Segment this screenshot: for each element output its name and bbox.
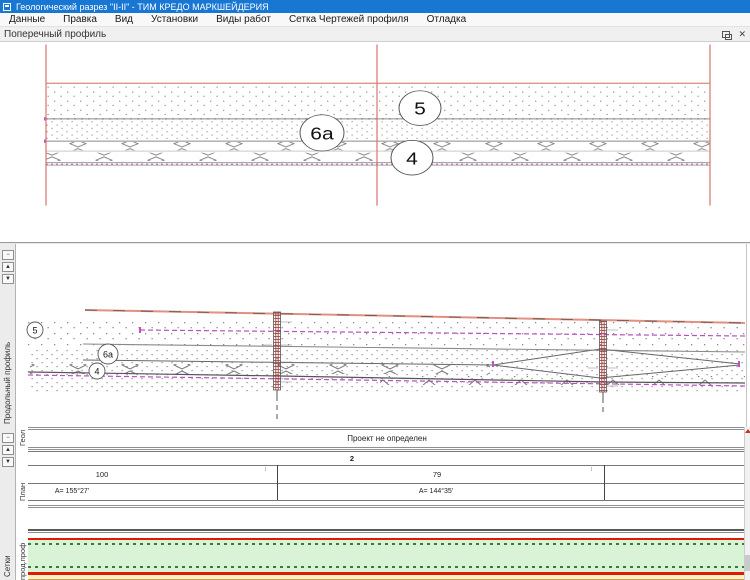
longitudinal-sidebar: − ▲ ▼ Продольный профиль	[0, 244, 16, 427]
plan-grid-line	[28, 465, 746, 466]
svg-text:6а: 6а	[310, 125, 334, 144]
soil-label-6a: 6а	[300, 115, 344, 151]
svg-text:4: 4	[94, 367, 99, 377]
close-icon[interactable]: ✕	[738, 31, 746, 38]
cross-profile-canvas[interactable]: 5 6а 4	[0, 42, 750, 242]
cross-profile-header: Поперечный профиль ✕	[0, 27, 750, 42]
move-down-button[interactable]: ▼	[2, 457, 14, 467]
prod-prof-orange-line	[28, 579, 744, 580]
profile-strata	[28, 310, 745, 394]
cross-profile-title: Поперечный профиль	[0, 29, 722, 40]
project-status-text: Проект не определен	[347, 434, 427, 443]
grid-border	[28, 447, 746, 450]
grids-scrollbar[interactable]	[744, 427, 750, 580]
divider-marker-icon: ⁞	[265, 468, 266, 472]
svg-text:6а: 6а	[103, 350, 113, 360]
divider-marker-icon: ⁞	[591, 468, 592, 472]
azimuth-cell-2[interactable]: А= 144°35'	[400, 488, 472, 495]
menu-item-vidy-rabot[interactable]: Виды работ	[207, 14, 280, 25]
app-icon	[3, 3, 11, 11]
plan-grid-divider	[277, 465, 278, 500]
menu-item-otladka[interactable]: Отладка	[418, 14, 476, 25]
profile-label-5: 5	[27, 322, 43, 338]
move-down-button[interactable]: ▼	[2, 274, 14, 284]
grids-panel: Проект не определен 2 100 79 ⁞ ⁞ А= 155°…	[0, 427, 750, 580]
profile-label-4: 4	[89, 363, 105, 379]
section-separator	[28, 529, 746, 531]
scroll-thumb[interactable]	[745, 555, 750, 571]
menu-item-ustanovki[interactable]: Установки	[142, 14, 207, 25]
grids-sidebar: − ▲ ▼ Сетки	[0, 427, 16, 580]
menu-item-dannye[interactable]: Данные	[0, 14, 54, 25]
profile-label-6a: 6а	[98, 344, 118, 364]
scroll-up-icon[interactable]	[745, 429, 750, 433]
longitudinal-profile-canvas[interactable]: 5 6а 4	[0, 244, 750, 427]
section-label-plan[interactable]: План	[18, 467, 31, 501]
plan-grid-line	[28, 451, 746, 452]
plan-grid-line	[28, 500, 746, 501]
menu-item-pravka[interactable]: Правка	[54, 14, 106, 25]
prod-prof-green-dash	[28, 566, 744, 568]
soil-label-5: 5	[399, 91, 441, 126]
section-label-geol[interactable]: Геол	[18, 428, 31, 446]
application-window: Геологический разрез "II-II" - ТИМ КРЕДО…	[0, 0, 750, 580]
menu-item-setka-chertezhey[interactable]: Сетка Чертежей профиля	[280, 14, 418, 25]
move-up-button[interactable]: ▲	[2, 262, 14, 272]
window-title: Геологический разрез "II-II" - ТИМ КРЕДО…	[16, 2, 269, 12]
plan-grid-divider	[604, 465, 605, 500]
middle-panel-right-border	[746, 244, 747, 427]
plan-grid-line	[28, 483, 746, 484]
distance-cell-1[interactable]: 100	[80, 470, 124, 479]
prod-prof-green-dash	[28, 543, 744, 545]
soil-label-4: 4	[391, 140, 433, 175]
azimuth-cell-1[interactable]: А= 155°27'	[37, 488, 107, 495]
grids-sidebar-title: Сетки	[3, 539, 12, 577]
distance-cell-2[interactable]: 79	[415, 470, 459, 479]
menu-bar: Данные Правка Вид Установки Виды работ С…	[0, 13, 750, 27]
move-up-button[interactable]: ▲	[2, 445, 14, 455]
longitudinal-sidebar-title: Продольный профиль	[3, 299, 12, 424]
picket-number[interactable]: 2	[340, 454, 364, 463]
svg-text:5: 5	[32, 326, 37, 336]
section-label-prod-prof[interactable]: прод.проф	[18, 537, 31, 580]
collapse-button[interactable]: −	[2, 250, 14, 260]
float-window-icon[interactable]	[722, 31, 730, 38]
menu-item-vid[interactable]: Вид	[106, 14, 142, 25]
section-separator	[28, 532, 746, 533]
project-status-bar[interactable]: Проект не определен	[28, 431, 746, 446]
title-bar[interactable]: Геологический разрез "II-II" - ТИМ КРЕДО…	[0, 0, 750, 13]
svg-text:5: 5	[414, 100, 426, 119]
svg-text:4: 4	[406, 150, 418, 169]
collapse-button[interactable]: −	[2, 433, 14, 443]
grid-border	[28, 505, 746, 508]
grid-border	[28, 427, 746, 430]
